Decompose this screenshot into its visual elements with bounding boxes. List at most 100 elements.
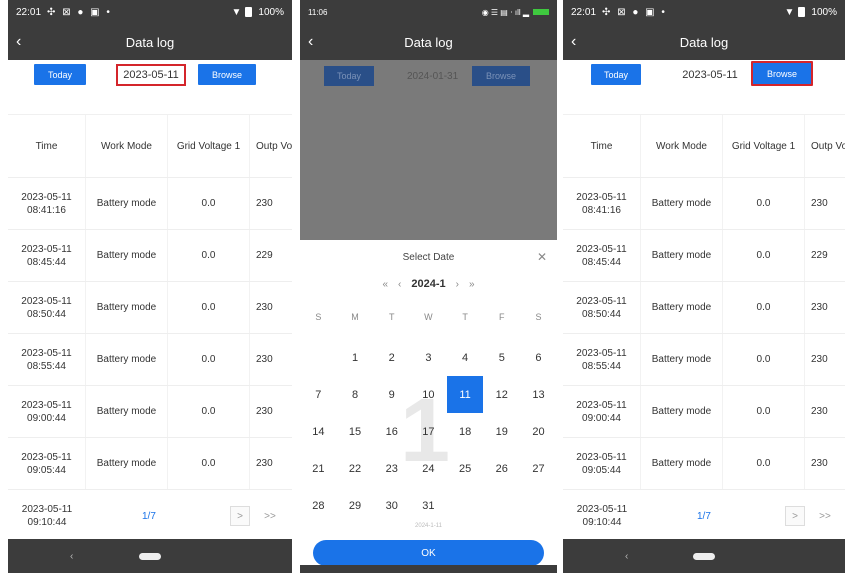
weekday-label: T (462, 312, 468, 322)
prev-month-button[interactable]: ‹ (398, 279, 401, 290)
calendar-day[interactable]: 29 (337, 487, 374, 524)
calendar-day[interactable]: 6 (520, 339, 557, 376)
dimmed-background: Today 2024-01-31 Browse (300, 60, 557, 240)
back-arrow-icon[interactable]: ‹ (16, 33, 21, 51)
cell-time: 2023-05-11 09:05:44 (8, 438, 86, 489)
today-button[interactable]: Today (591, 64, 641, 85)
calendar-day[interactable]: 12 (483, 376, 520, 413)
calendar-day[interactable]: 21 (300, 450, 337, 487)
next-year-button[interactable]: » (469, 279, 475, 290)
home-pill-icon[interactable] (693, 552, 715, 560)
next-page-button[interactable]: > (785, 506, 805, 526)
system-nav-bar: ‹ (563, 539, 845, 573)
table-row: 2023-05-11 08:55:44 Battery mode 0.0 230 (563, 334, 845, 386)
calendar-empty-cell (447, 487, 484, 524)
nav-back-icon[interactable]: ‹ (625, 551, 628, 562)
calendar-day[interactable]: 9 (373, 376, 410, 413)
calendar-day[interactable]: 23 (373, 450, 410, 487)
calendar-day[interactable]: 3 (410, 339, 447, 376)
cell-time: 2023-05-11 09:00:44 (563, 386, 641, 437)
cell-grid-voltage: 0.0 (168, 438, 250, 489)
weekday-label: S (315, 312, 322, 322)
calendar-day[interactable]: 30 (373, 487, 410, 524)
column-header-work-mode: Work Mode (641, 115, 723, 177)
next-page-button[interactable]: > (230, 506, 250, 526)
cell-work-mode: Battery mode (86, 386, 168, 437)
calendar-day[interactable]: 25 (447, 450, 484, 487)
date-field[interactable]: 2023-05-11 (675, 64, 745, 86)
cell-grid-voltage: 0.0 (723, 438, 805, 489)
status-icons: ✣ ⊠ ● ▣ • (47, 6, 112, 18)
calendar-day[interactable]: 15 (337, 413, 374, 450)
cell-time: 2023-05-11 09:05:44 (563, 438, 641, 489)
cell-grid-voltage: 0.0 (723, 178, 805, 229)
cell-output-voltage: 230 (805, 282, 845, 333)
date-field: 2024-01-31 (407, 70, 459, 82)
nav-back-icon[interactable]: ‹ (70, 551, 73, 562)
calendar-day[interactable]: 2 (373, 339, 410, 376)
date-field[interactable]: 2023-05-11 (116, 64, 186, 86)
status-bar: 22:01 ✣ ⊠ ● ▣ • ▼ 100% (8, 0, 292, 24)
calendar-day[interactable]: 7 (300, 376, 337, 413)
home-pill-icon[interactable] (139, 552, 161, 560)
back-arrow-icon[interactable]: ‹ (308, 33, 313, 51)
last-page-button[interactable]: >> (260, 506, 280, 526)
calendar-day[interactable]: 4 (447, 339, 484, 376)
cell-time: 2023-05-11 09:10:44 (576, 504, 628, 528)
today-button[interactable]: Today (34, 64, 86, 85)
weekday-label: F (499, 312, 505, 322)
cell-output-voltage: 230 (250, 438, 292, 489)
cell-time: 2023-05-11 09:00:44 (8, 386, 86, 437)
calendar-day[interactable]: 28 (300, 487, 337, 524)
calendar-day[interactable]: 20 (520, 413, 557, 450)
calendar-empty-cell (483, 487, 520, 524)
cell-work-mode: Battery mode (641, 282, 723, 333)
title-bar: ‹ Data log (563, 24, 845, 60)
cell-output-voltage: 230 (250, 386, 292, 437)
calendar-day[interactable]: 18 (447, 413, 484, 450)
cell-output-voltage: 230 (250, 178, 292, 229)
calendar-day[interactable]: 1 (337, 339, 374, 376)
cell-grid-voltage: 0.0 (168, 230, 250, 281)
status-icons: ✣ ⊠ ● ▣ • (602, 6, 667, 18)
sheet-title: Select Date (402, 252, 455, 263)
cell-output-voltage: 229 (250, 230, 292, 281)
cell-time: 2023-05-11 08:41:16 (8, 178, 86, 229)
ok-button[interactable]: OK (313, 540, 544, 566)
cell-output-voltage: 230 (805, 438, 845, 489)
wifi-icon: ▼ (784, 6, 795, 18)
calendar-empty-cell (300, 339, 337, 376)
weekday-label: S (535, 312, 542, 322)
next-month-button[interactable]: › (456, 279, 459, 290)
calendar-day[interactable]: 14 (300, 413, 337, 450)
calendar-day[interactable]: 26 (483, 450, 520, 487)
calendar-day[interactable]: 13 (520, 376, 557, 413)
calendar-day[interactable]: 24 (410, 450, 447, 487)
calendar-day[interactable]: 27 (520, 450, 557, 487)
calendar-day[interactable]: 22 (337, 450, 374, 487)
table-header: Time Work Mode Grid Voltage 1 Outp Volta (563, 114, 845, 178)
calendar-week: 21 22 23 24 25 26 27 (300, 450, 557, 487)
back-arrow-icon[interactable]: ‹ (571, 33, 576, 51)
calendar-day[interactable]: 11 (446, 376, 484, 413)
cell-output-voltage: 230 (805, 334, 845, 385)
calendar-day[interactable]: 8 (337, 376, 374, 413)
calendar-day[interactable]: 19 (483, 413, 520, 450)
calendar-week: 7 8 9 10 11 12 13 (300, 376, 557, 413)
column-header-time: Time (8, 115, 86, 177)
calendar-day[interactable]: 16 (373, 413, 410, 450)
calendar-day[interactable]: 31 (410, 487, 447, 524)
last-page-button[interactable]: >> (815, 506, 835, 526)
table-row: 2023-05-11 08:50:44 Battery mode 0.0 230 (563, 282, 845, 334)
cell-work-mode: Battery mode (86, 230, 168, 281)
table-row: 2023-05-11 09:05:44 Battery mode 0.0 230 (563, 438, 845, 490)
close-icon[interactable]: ✕ (537, 250, 547, 264)
browse-button[interactable]: Browse (751, 61, 813, 86)
calendar-day[interactable]: 10 (410, 376, 447, 413)
cell-output-voltage: 230 (805, 386, 845, 437)
prev-year-button[interactable]: « (382, 279, 388, 290)
calendar-day[interactable]: 17 (410, 413, 447, 450)
calendar-day[interactable]: 5 (483, 339, 520, 376)
browse-button[interactable]: Browse (198, 64, 256, 85)
cell-work-mode: Battery mode (86, 438, 168, 489)
